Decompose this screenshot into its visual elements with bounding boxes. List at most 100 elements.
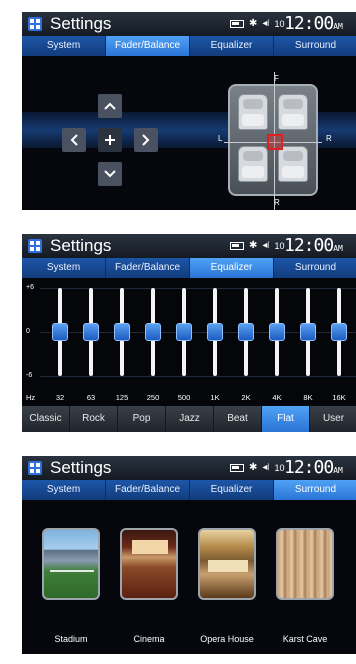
clock-ampm: AM — [333, 466, 343, 475]
preset-classic[interactable]: Classic — [22, 406, 70, 432]
surround-label-opera-house: Opera House — [200, 634, 254, 644]
eq-freq-label: 32 — [55, 393, 65, 402]
chevron-right-icon — [142, 134, 150, 146]
settings-tabs: System Fader/Balance Equalizer Surround — [22, 480, 356, 500]
preset-jazz[interactable]: Jazz — [166, 406, 214, 432]
chevron-down-icon — [104, 170, 116, 178]
eq-slider-knob[interactable] — [176, 323, 192, 341]
eq-slider-knob[interactable] — [331, 323, 347, 341]
eq-freq-label: 16K — [332, 393, 346, 402]
balance-position-marker[interactable] — [267, 134, 283, 150]
eq-freq-label: 2K — [241, 393, 251, 402]
tab-system[interactable]: System — [22, 36, 106, 56]
battery-icon — [230, 464, 244, 472]
tab-equalizer[interactable]: Equalizer — [190, 480, 274, 500]
surround-karst-cave-button[interactable] — [276, 528, 334, 600]
tab-equalizer[interactable]: Equalizer — [190, 36, 274, 56]
eq-slider-knob[interactable] — [300, 323, 316, 341]
eq-slider-knob[interactable] — [114, 323, 130, 341]
tab-fader-balance[interactable]: Fader/Balance — [106, 36, 190, 56]
tab-surround[interactable]: Surround — [274, 480, 356, 500]
app-title: Settings — [50, 236, 112, 255]
surround-label-cinema: Cinema — [133, 634, 165, 644]
clock: 12:00AM — [284, 235, 343, 256]
volume-icon: ◂⧘ — [262, 18, 270, 29]
cinema-screen — [132, 540, 168, 554]
clock-time: 12:00 — [284, 13, 334, 34]
battery-icon — [230, 242, 244, 250]
preset-rock[interactable]: Rock — [70, 406, 118, 432]
left-label: L — [218, 134, 223, 143]
clock-ampm: AM — [333, 22, 343, 31]
volume-icon: ◂⧘ — [262, 240, 270, 251]
eq-slider-knob[interactable] — [83, 323, 99, 341]
tab-system[interactable]: System — [22, 258, 106, 278]
bluetooth-icon: ✱ — [249, 18, 258, 29]
clock-time: 12:00 — [284, 457, 334, 478]
fader-down-button[interactable] — [98, 162, 122, 186]
tab-fader-balance[interactable]: Fader/Balance — [106, 258, 190, 278]
menu-grid-icon[interactable] — [28, 17, 42, 31]
eq-slider-knob[interactable] — [238, 323, 254, 341]
tab-system[interactable]: System — [22, 480, 106, 500]
clock: 12:00AM — [284, 13, 343, 34]
app-title: Settings — [50, 14, 112, 33]
eq-slider-knob[interactable] — [145, 323, 161, 341]
seat-rear-left — [238, 146, 268, 182]
surround-cinema-button[interactable] — [120, 528, 178, 600]
surround-screen: Settings ✱ ◂⧘ 10 12:00AM System Fader/Ba… — [22, 456, 356, 654]
plus-icon — [105, 135, 115, 145]
preset-beat[interactable]: Beat — [214, 406, 262, 432]
eq-freq-label: 8K — [303, 393, 313, 402]
eq-slider-knob[interactable] — [52, 323, 68, 341]
car-seat-diagram[interactable] — [224, 72, 322, 210]
stadium-field-line — [50, 570, 94, 572]
status-icons: ✱ ◂⧘ 10 — [230, 460, 285, 476]
balance-left-button[interactable] — [62, 128, 86, 152]
eq-freq-label: 4K — [272, 393, 282, 402]
surround-opera-house-button[interactable] — [198, 528, 256, 600]
battery-icon — [230, 20, 244, 28]
eq-scale-plus6: +6 — [26, 284, 34, 291]
status-bar: Settings ✱ ◂⧘ 10 12:00AM — [22, 12, 356, 36]
menu-grid-icon[interactable] — [28, 239, 42, 253]
volume-icon: ◂⧘ — [262, 462, 270, 473]
equalizer-screen: Settings ✱ ◂⧘ 10 12:00AM System Fader/Ba… — [22, 234, 356, 432]
eq-freq-label: 500 — [177, 393, 191, 402]
eq-freq-label: 250 — [146, 393, 160, 402]
eq-scale-zero: 0 — [26, 328, 30, 335]
bluetooth-icon: ✱ — [249, 462, 258, 473]
eq-freq-label: 125 — [115, 393, 129, 402]
seat-rear-right — [278, 146, 308, 182]
preset-flat[interactable]: Flat — [262, 406, 310, 432]
bluetooth-icon: ✱ — [249, 240, 258, 251]
surround-stadium-button[interactable] — [42, 528, 100, 600]
eq-presets: Classic Rock Pop Jazz Beat Flat User — [22, 406, 356, 432]
eq-hz-label: Hz — [26, 393, 36, 402]
fader-up-button[interactable] — [98, 94, 122, 118]
eq-freq-label: 63 — [86, 393, 96, 402]
status-icons: ✱ ◂⧘ 10 — [230, 238, 285, 254]
eq-scale-minus6: -6 — [26, 372, 33, 379]
eq-slider-knob[interactable] — [207, 323, 223, 341]
equalizer-area: +6 0 -6 Hz 32 63 125 250 500 1K 2K 4K 8K 16K — [22, 278, 356, 406]
tab-equalizer[interactable]: Equalizer — [190, 258, 274, 278]
seat-front-left — [238, 94, 268, 130]
surround-label-stadium: Stadium — [54, 634, 88, 644]
clock-time: 12:00 — [284, 235, 334, 256]
tab-surround[interactable]: Surround — [274, 258, 356, 278]
clock: 12:00AM — [284, 457, 343, 478]
preset-pop[interactable]: Pop — [118, 406, 166, 432]
eq-slider-knob[interactable] — [269, 323, 285, 341]
chevron-up-icon — [104, 102, 116, 110]
settings-tabs: System Fader/Balance Equalizer Surround — [22, 258, 356, 278]
balance-right-button[interactable] — [134, 128, 158, 152]
preset-user[interactable]: User — [310, 406, 356, 432]
surround-label-karst-cave: Karst Cave — [282, 634, 328, 644]
chevron-left-icon — [70, 134, 78, 146]
center-reset-button[interactable] — [98, 128, 122, 152]
clock-ampm: AM — [333, 244, 343, 253]
tab-fader-balance[interactable]: Fader/Balance — [106, 480, 190, 500]
menu-grid-icon[interactable] — [28, 461, 42, 475]
tab-surround[interactable]: Surround — [274, 36, 356, 56]
